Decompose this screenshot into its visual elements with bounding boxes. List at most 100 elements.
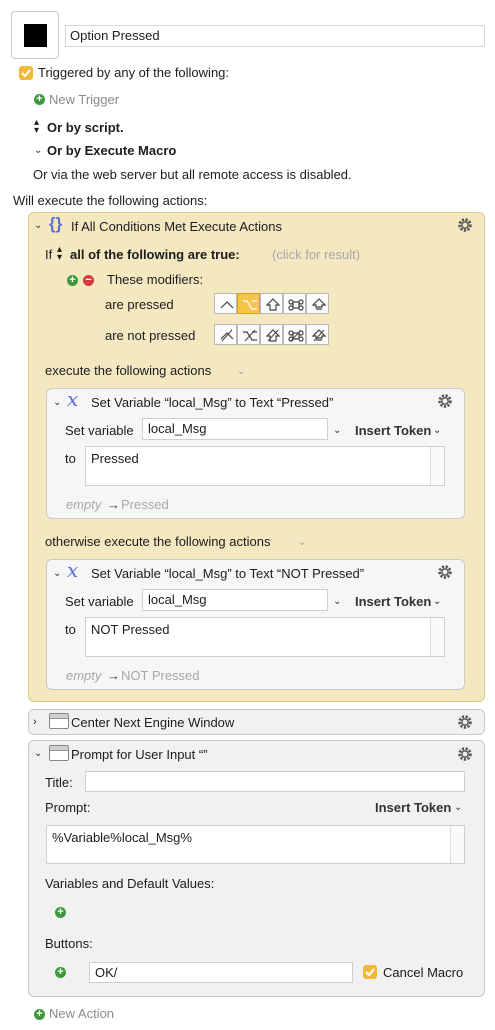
setvar1-gear-icon[interactable] [436, 392, 454, 410]
setvar2-variable-field[interactable]: local_Msg [142, 589, 328, 611]
caps-lock-key-icon [311, 298, 327, 310]
condition-mode-selector[interactable]: all of the following are true: [70, 247, 240, 263]
if-prefix: If [45, 247, 53, 262]
new-action-link[interactable]: New Action [49, 1006, 114, 1022]
setvar2-text-field[interactable]: NOT Pressed [85, 617, 445, 657]
setvar1-title: Set Variable “local_Msg” to Text “Presse… [91, 395, 334, 410]
not-pressed-control-key-toggle[interactable] [214, 324, 237, 345]
remove-condition-minus-icon[interactable]: − [83, 275, 94, 286]
shift-key-icon [265, 298, 281, 311]
prompt-insert-token-button[interactable]: Insert Token [375, 800, 451, 816]
setvar1-variable-dropdown-icon[interactable]: ⌄ [333, 425, 341, 436]
if-action-title: If All Conditions Met Execute Actions [71, 219, 282, 234]
setvar1-collapse-chevron-icon[interactable]: ⌄ [53, 397, 61, 408]
command-key-icon [288, 329, 304, 342]
setvar2-set-variable-label: Set variable [65, 594, 134, 609]
pressed-shift-key-toggle[interactable] [260, 293, 283, 314]
triggered-by-label: Triggered by any of the following: [38, 65, 230, 80]
not-pressed-shift-key-toggle[interactable] [260, 324, 283, 345]
buttons-label: Buttons: [45, 936, 93, 951]
setvar2-preview-empty: empty [66, 668, 102, 683]
setvar2-text-scrollbar[interactable] [430, 618, 444, 656]
prompt-insert-token-chevron-icon[interactable]: ⌄ [454, 802, 462, 813]
variable-x-icon: 𝑥 [67, 558, 79, 582]
setvar2-collapse-chevron-icon[interactable]: ⌄ [53, 568, 61, 579]
otherwise-actions-label: otherwise execute the following actions [45, 534, 271, 549]
prompt-text-field[interactable]: %Variable%local_Msg% [46, 825, 465, 864]
if-braces-icon: {} [49, 214, 63, 233]
new-action-plus-icon[interactable]: + [34, 1009, 45, 1020]
checkmark-icon [365, 968, 375, 977]
add-variable-plus-icon[interactable]: + [55, 907, 66, 918]
center-window-gear-icon[interactable] [456, 713, 474, 731]
variable-x-icon: 𝑥 [67, 387, 79, 411]
window-icon [49, 745, 69, 761]
button-name-field[interactable]: OK/ [89, 962, 353, 983]
not-pressed-caps-lock-key-toggle[interactable] [306, 324, 329, 345]
actions-heading: Will execute the following actions: [13, 193, 208, 208]
execute-actions-chevron-icon[interactable]: ⌄ [237, 366, 245, 377]
are-not-pressed-label: are not pressed [105, 328, 196, 343]
prompt-title-label: Title: [45, 775, 73, 790]
shift-key-icon [265, 329, 281, 342]
setvar1-insert-token-button[interactable]: Insert Token [355, 423, 431, 439]
center-window-expand-chevron-icon[interactable]: › [33, 714, 37, 730]
option-key-icon [243, 300, 257, 310]
control-key-icon [220, 329, 234, 342]
or-by-execute-macro-label[interactable]: Or by Execute Macro [47, 143, 176, 159]
add-condition-plus-icon[interactable]: + [67, 275, 78, 286]
setvar2-variable-dropdown-icon[interactable]: ⌄ [333, 596, 341, 607]
checkmark-icon [21, 69, 31, 78]
setvar1-preview-empty: empty [66, 497, 102, 512]
updown-chevron-icon[interactable]: ▴ ▾ [34, 118, 39, 136]
cancel-macro-checkbox[interactable] [363, 965, 377, 979]
setvar2-insert-token-button[interactable]: Insert Token [355, 594, 431, 610]
setvar1-to-label: to [65, 451, 76, 466]
prompt-text-scrollbar[interactable] [450, 826, 464, 863]
pressed-control-key-toggle[interactable] [214, 293, 237, 314]
prompt-action-title: Prompt for User Input “” [71, 747, 208, 762]
or-by-script-label[interactable]: Or by script. [47, 120, 124, 136]
add-button-plus-icon[interactable]: + [55, 967, 66, 978]
prompt-gear-icon[interactable] [456, 745, 474, 763]
cancel-macro-label: Cancel Macro [383, 965, 464, 980]
condition-updown-icon[interactable]: ▴ ▾ [57, 245, 62, 263]
setvar2-title: Set Variable “local_Msg” to Text “NOT Pr… [91, 566, 365, 581]
execute-actions-label: execute the following actions [45, 363, 212, 378]
new-trigger-link[interactable]: New Trigger [49, 92, 119, 108]
setvar2-to-label: to [65, 622, 76, 637]
otherwise-actions-chevron-icon[interactable]: ⌄ [298, 537, 306, 548]
command-key-icon [288, 299, 304, 311]
setvar2-insert-token-chevron-icon[interactable]: ⌄ [433, 596, 441, 607]
click-for-result-link[interactable]: (click for result) [272, 247, 360, 263]
control-key-icon [220, 301, 234, 309]
not-pressed-option-key-toggle[interactable] [237, 324, 260, 345]
caps-lock-key-icon [311, 329, 327, 342]
prompt-title-field[interactable] [85, 771, 465, 792]
macro-name-field[interactable]: Option Pressed [65, 25, 485, 47]
center-window-title: Center Next Engine Window [71, 715, 235, 730]
pressed-caps-lock-key-toggle[interactable] [306, 293, 329, 314]
prompt-collapse-chevron-icon[interactable]: ⌄ [34, 748, 42, 759]
setvar1-variable-field[interactable]: local_Msg [142, 418, 328, 440]
pressed-option-key-toggle[interactable] [237, 293, 260, 314]
not-pressed-command-key-toggle[interactable] [283, 324, 306, 345]
setvar2-preview-value: NOT Pressed [121, 668, 200, 683]
setvar1-set-variable-label: Set variable [65, 423, 134, 438]
macro-icon[interactable] [11, 11, 59, 59]
setvar1-preview-value: Pressed [121, 497, 169, 512]
prompt-prompt-label: Prompt: [45, 800, 91, 815]
pressed-command-key-toggle[interactable] [283, 293, 306, 314]
option-key-icon [243, 329, 257, 342]
setvar1-insert-token-chevron-icon[interactable]: ⌄ [433, 425, 441, 436]
setvar2-preview-arrow: → [107, 668, 120, 683]
setvar1-text-scrollbar[interactable] [430, 447, 444, 485]
if-collapse-chevron-icon[interactable]: ⌄ [34, 220, 42, 231]
triggered-by-checkbox[interactable] [19, 66, 33, 80]
if-gear-icon[interactable] [456, 216, 474, 234]
new-trigger-plus-icon[interactable]: + [34, 94, 45, 105]
setvar1-preview-arrow: → [107, 497, 120, 512]
execute-macro-chevron-down-icon[interactable]: ⌄ [34, 145, 42, 156]
setvar2-gear-icon[interactable] [436, 563, 454, 581]
setvar1-text-field[interactable]: Pressed [85, 446, 445, 486]
